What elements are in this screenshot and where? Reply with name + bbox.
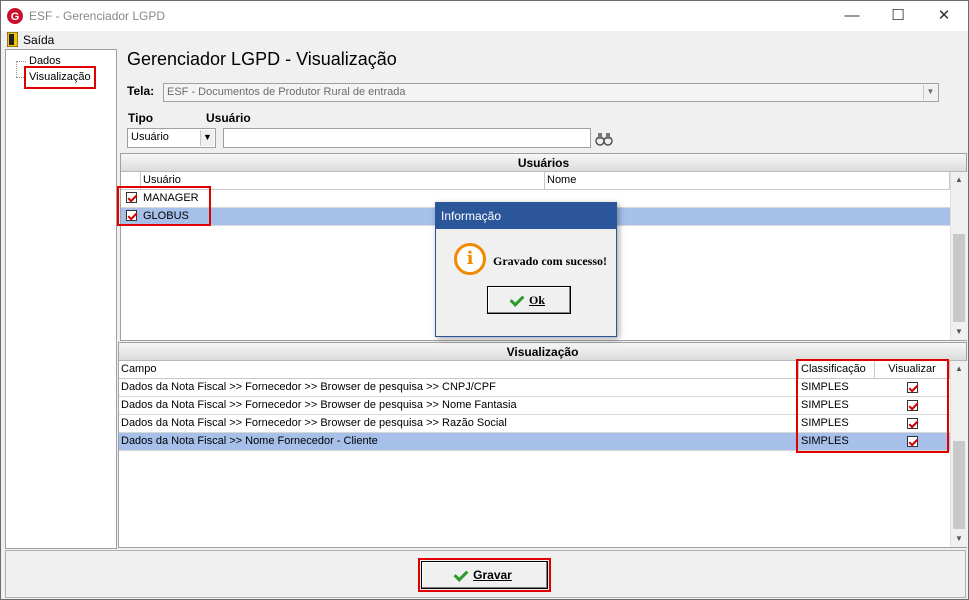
cell-field: Dados da Nota Fiscal >> Fornecedor >> Br…	[119, 397, 799, 415]
column-header-campo[interactable]: Campo	[119, 361, 799, 379]
page-title: Gerenciador LGPD - Visualização	[127, 49, 397, 69]
highlight-box	[796, 359, 949, 453]
screen-select[interactable]: ESF - Documentos de Produtor Rural de en…	[163, 83, 939, 102]
users-scrollbar[interactable]: ▲ ▼	[950, 172, 967, 340]
application-window: G ESF - Gerenciador LGPD — ☐ ✕ Saída Dad…	[0, 0, 969, 600]
esf-logo-icon: G	[7, 8, 23, 24]
type-label: Tipo	[128, 111, 154, 125]
scroll-down-icon[interactable]: ▼	[951, 531, 967, 547]
scroll-down-icon[interactable]: ▼	[951, 324, 967, 340]
scroll-thumb[interactable]	[953, 234, 965, 322]
users-grid-caption: Usuários	[121, 154, 966, 172]
ok-button[interactable]: Ok	[487, 286, 571, 314]
menu-bar: Saída	[1, 31, 968, 48]
user-input[interactable]	[223, 128, 591, 148]
svg-text:G: G	[11, 11, 20, 23]
chevron-down-icon: ▼	[923, 85, 937, 100]
info-dialog: Informação i Gravado com sucesso! Ok	[435, 202, 617, 337]
info-icon: i	[454, 243, 486, 275]
type-select-value: Usuário	[131, 131, 169, 143]
cell-field: Dados da Nota Fiscal >> Fornecedor >> Br…	[119, 379, 799, 397]
cell-field: Dados da Nota Fiscal >> Nome Fornecedor …	[119, 433, 799, 451]
close-button[interactable]: ✕	[921, 1, 967, 31]
binoculars-icon[interactable]	[593, 129, 615, 149]
navigation-tree: Dados Visualização	[5, 49, 117, 549]
title-bar: G ESF - Gerenciador LGPD — ☐ ✕	[1, 1, 968, 31]
minimize-button[interactable]: —	[829, 1, 875, 31]
type-select[interactable]: Usuário ▼	[127, 128, 216, 148]
user-label: Usuário	[206, 111, 251, 125]
cell-field: Dados da Nota Fiscal >> Fornecedor >> Br…	[119, 415, 799, 433]
highlight-box	[24, 66, 96, 89]
exit-menu-item[interactable]: Saída	[23, 33, 54, 47]
window-title: ESF - Gerenciador LGPD	[29, 9, 166, 23]
chevron-down-icon: ▼	[200, 130, 214, 146]
highlight-box	[117, 186, 211, 226]
dialog-title: Informação	[436, 203, 616, 229]
checkmark-icon	[509, 292, 525, 307]
dialog-message: Gravado com sucesso!	[493, 254, 607, 268]
visualization-scrollbar[interactable]: ▲ ▼	[950, 361, 967, 547]
door-exit-icon[interactable]	[7, 32, 18, 47]
scroll-up-icon[interactable]: ▲	[951, 172, 967, 188]
column-header-nome[interactable]: Nome	[545, 172, 950, 190]
scroll-thumb[interactable]	[953, 441, 965, 529]
screen-label: Tela:	[127, 84, 155, 98]
highlight-box	[418, 558, 551, 592]
maximize-button[interactable]: ☐	[875, 1, 921, 31]
ok-button-label: Ok	[528, 293, 545, 307]
screen-select-value: ESF - Documentos de Produtor Rural de en…	[167, 86, 406, 98]
scroll-up-icon[interactable]: ▲	[951, 361, 967, 377]
